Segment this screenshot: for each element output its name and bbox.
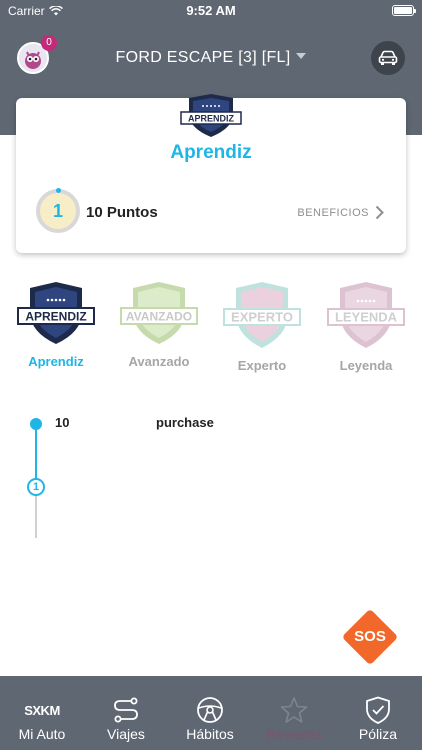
status-time: 9:52 AM <box>186 3 236 18</box>
sxkm-logo-icon: SXKM <box>0 696 84 724</box>
tab-label: Mi Auto <box>18 726 66 742</box>
level-card: APRENDIZ Aprendiz 1 10 Puntos BENEFICIOS <box>16 94 406 253</box>
chevron-right-icon <box>375 205 384 220</box>
tier-leyenda[interactable]: LEYENDA Leyenda <box>324 282 408 373</box>
tab-label: Rewards <box>266 726 322 742</box>
timeline-level-marker: 1 <box>27 478 45 496</box>
leyenda-shield-icon: LEYENDA <box>327 282 405 348</box>
tab-mi-auto[interactable]: SXKM Mi Auto <box>0 676 84 750</box>
tier-badge-text: EXPERTO <box>231 310 293 325</box>
aprendiz-shield-icon: APRENDIZ <box>180 94 242 137</box>
points-ring: 1 <box>36 188 80 233</box>
tier-badge-text: APRENDIZ <box>25 310 86 324</box>
battery-icon <box>392 5 416 16</box>
route-icon <box>114 697 138 723</box>
sos-label: SOS <box>354 628 386 645</box>
tier-label: Experto <box>237 358 287 373</box>
tab-label: Viajes <box>107 726 145 742</box>
benefits-label: BENEFICIOS <box>297 206 369 219</box>
tier-label: Avanzado <box>128 354 190 369</box>
tab-poliza[interactable]: Póliza <box>336 676 420 750</box>
timeline-description: purchase <box>156 415 214 430</box>
car-icon <box>378 50 398 65</box>
status-bar: Carrier 9:52 AM <box>0 0 422 22</box>
level-tiers: APRENDIZ Aprendiz AVANZADO Avanzado EXPE… <box>0 282 422 382</box>
tab-habitos[interactable]: Hábitos <box>168 676 252 750</box>
tier-experto[interactable]: EXPERTO Experto <box>220 282 304 373</box>
car-button[interactable] <box>371 41 405 75</box>
aprendiz-shield-icon: APRENDIZ <box>17 282 95 344</box>
sxkm-logo-text: SXKM <box>24 702 60 718</box>
timeline-points: 10 <box>55 415 70 430</box>
tab-label: Hábitos <box>186 726 234 742</box>
tier-badge-text: AVANZADO <box>126 310 192 324</box>
steering-wheel-icon <box>197 697 223 723</box>
vehicle-selector[interactable]: FORD ESCAPE [3] [FL] <box>0 49 422 67</box>
star-icon <box>280 697 308 723</box>
tab-bar: SXKM Mi Auto Viajes Hábitos Rewards Póli… <box>0 676 422 750</box>
tab-rewards[interactable]: Rewards <box>252 676 336 750</box>
level-name: Aprendiz <box>170 142 252 163</box>
tier-avanzado[interactable]: AVANZADO Avanzado <box>117 282 201 369</box>
points-ring-value: 1 <box>52 201 63 221</box>
tier-label: Aprendiz <box>28 354 84 369</box>
sos-button[interactable]: SOS <box>341 608 399 666</box>
caret-down-icon <box>296 53 307 59</box>
card-badge-text: APRENDIZ <box>188 114 235 124</box>
tab-viajes[interactable]: Viajes <box>84 676 168 750</box>
tier-badge-text: LEYENDA <box>335 310 398 325</box>
shield-check-icon <box>366 696 390 724</box>
vehicle-title-label: FORD ESCAPE [3] [FL] <box>115 49 291 66</box>
points-label: 10 Puntos <box>86 204 158 221</box>
timeline-dot <box>30 418 42 430</box>
tier-label: Leyenda <box>339 358 393 373</box>
avanzado-shield-icon: AVANZADO <box>120 282 198 344</box>
tab-label: Póliza <box>358 726 398 742</box>
level-badge: APRENDIZ <box>179 94 243 138</box>
experto-shield-icon: EXPERTO <box>223 282 301 348</box>
tier-aprendiz[interactable]: APRENDIZ Aprendiz <box>14 282 98 369</box>
benefits-button[interactable]: BENEFICIOS <box>297 205 384 220</box>
progress-dot <box>56 188 61 193</box>
